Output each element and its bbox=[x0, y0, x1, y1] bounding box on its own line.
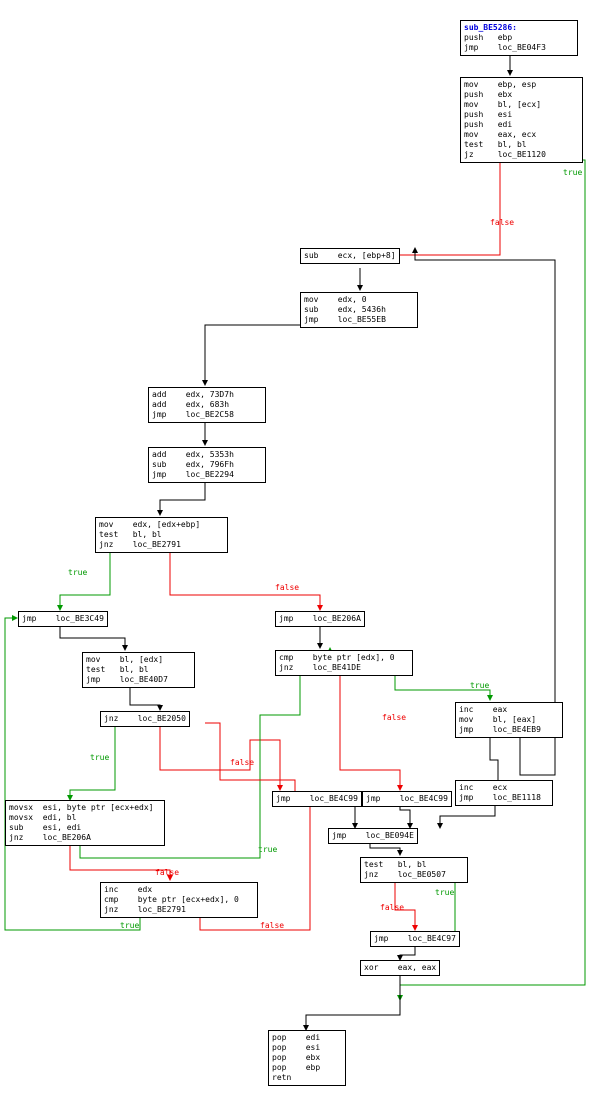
asm: jmp loc_BE094E bbox=[332, 831, 414, 840]
node-9: jnz loc_BE2050 bbox=[100, 711, 190, 727]
asm: jnz loc_BE2791 bbox=[104, 905, 186, 914]
asm: xor eax, eax bbox=[364, 963, 436, 972]
asm: pop edi bbox=[272, 1033, 320, 1042]
asm: jmp loc_BE4C99 bbox=[276, 794, 358, 803]
asm: jz loc_BE1120 bbox=[464, 150, 546, 159]
node-13: cmp byte ptr [edx], 0 jnz loc_BE41DE bbox=[275, 650, 413, 676]
asm: mov edx, [edx+ebp] bbox=[99, 520, 200, 529]
asm: jmp loc_BE4C99 bbox=[366, 794, 448, 803]
asm: jmp loc_BE2C58 bbox=[152, 410, 234, 419]
asm: jmp loc_BE2294 bbox=[152, 470, 234, 479]
asm: push ebp bbox=[464, 33, 512, 42]
node-7: jmp loc_BE3C49 bbox=[18, 611, 108, 627]
asm: push edi bbox=[464, 120, 512, 129]
node-11: inc edx cmp byte ptr [ecx+edx], 0 jnz lo… bbox=[100, 882, 258, 918]
asm: jmp loc_BE3C49 bbox=[22, 614, 104, 623]
node-4: add edx, 73D7h add edx, 683h jmp loc_BE2… bbox=[148, 387, 266, 423]
asm: jmp loc_BE4C97 bbox=[374, 934, 456, 943]
svg-text:true: true bbox=[258, 845, 277, 854]
asm: sub ecx, [ebp+8] bbox=[304, 251, 396, 260]
asm: cmp byte ptr [ecx+edx], 0 bbox=[104, 895, 239, 904]
asm: jnz loc_BE0507 bbox=[364, 870, 446, 879]
asm: test bl, bl bbox=[364, 860, 427, 869]
node-1: mov ebp, esp push ebx mov bl, [ecx] push… bbox=[460, 77, 583, 163]
svg-text:false: false bbox=[382, 713, 406, 722]
asm: movsx edi, bl bbox=[9, 813, 76, 822]
node-5: add edx, 5353h sub edx, 796Fh jmp loc_BE… bbox=[148, 447, 266, 483]
svg-text:true: true bbox=[470, 681, 489, 690]
node-18: jmp loc_BE4C97 bbox=[370, 931, 460, 947]
asm: pop ebx bbox=[272, 1053, 320, 1062]
asm: inc edx bbox=[104, 885, 152, 894]
node-21: inc eax mov bl, [eax] jmp loc_BE4EB9 bbox=[455, 702, 563, 738]
asm: mov eax, ecx bbox=[464, 130, 536, 139]
svg-text:true: true bbox=[90, 753, 109, 762]
asm: cmp byte ptr [edx], 0 bbox=[279, 653, 395, 662]
asm: inc eax bbox=[459, 705, 507, 714]
asm: jnz loc_BE206A bbox=[9, 833, 91, 842]
asm: test bl, bl bbox=[464, 140, 527, 149]
asm: jnz loc_BE2791 bbox=[99, 540, 181, 549]
asm: mov bl, [ecx] bbox=[464, 100, 541, 109]
node-2: sub ecx, [ebp+8] bbox=[300, 248, 400, 264]
asm: push esi bbox=[464, 110, 512, 119]
asm: mov bl, [edx] bbox=[86, 655, 163, 664]
asm: jmp loc_BE04F3 bbox=[464, 43, 546, 52]
node-8: mov bl, [edx] test bl, bl jmp loc_BE40D7 bbox=[82, 652, 195, 688]
asm: jmp loc_BE40D7 bbox=[86, 675, 168, 684]
svg-text:true: true bbox=[120, 921, 139, 930]
asm: pop ebp bbox=[272, 1063, 320, 1072]
asm: test bl, bl bbox=[99, 530, 162, 539]
node-16: jmp loc_BE094E bbox=[328, 828, 418, 844]
node-15: jmp loc_BE4C99 bbox=[272, 791, 362, 807]
asm: sub edx, 796Fh bbox=[152, 460, 234, 469]
svg-text:false: false bbox=[490, 218, 514, 227]
asm: mov bl, [eax] bbox=[459, 715, 536, 724]
node-22: inc ecx jmp loc_BE1118 bbox=[455, 780, 553, 806]
asm: jnz loc_BE41DE bbox=[279, 663, 361, 672]
node-20: pop edi pop esi pop ebx pop ebp retn bbox=[268, 1030, 346, 1086]
node-12: jmp loc_BE206A bbox=[275, 611, 365, 627]
node-3: mov edx, 0 sub edx, 5436h jmp loc_BE55EB bbox=[300, 292, 418, 328]
asm: jmp loc_BE1118 bbox=[459, 793, 541, 802]
svg-text:false: false bbox=[155, 868, 179, 877]
node-10: movsx esi, byte ptr [ecx+edx] movsx edi,… bbox=[5, 800, 165, 846]
node-6: mov edx, [edx+ebp] test bl, bl jnz loc_B… bbox=[95, 517, 228, 553]
asm: jmp loc_BE4EB9 bbox=[459, 725, 541, 734]
asm: jmp loc_BE206A bbox=[279, 614, 361, 623]
asm: sub esi, edi bbox=[9, 823, 81, 832]
asm: mov edx, 0 bbox=[304, 295, 367, 304]
asm: add edx, 683h bbox=[152, 400, 229, 409]
node-19: xor eax, eax bbox=[360, 960, 440, 976]
node-17: test bl, bl jnz loc_BE0507 bbox=[360, 857, 468, 883]
node-sub: sub_BE5286: push ebp jmp loc_BE04F3 bbox=[460, 20, 578, 56]
asm: mov ebp, esp bbox=[464, 80, 536, 89]
svg-text:false: false bbox=[380, 903, 404, 912]
svg-text:true: true bbox=[68, 568, 87, 577]
asm: test bl, bl bbox=[86, 665, 149, 674]
asm: push ebx bbox=[464, 90, 512, 99]
asm: pop esi bbox=[272, 1043, 320, 1052]
svg-text:false: false bbox=[260, 921, 284, 930]
asm: add edx, 5353h bbox=[152, 450, 234, 459]
svg-text:true: true bbox=[435, 888, 454, 897]
asm: jnz loc_BE2050 bbox=[104, 714, 186, 723]
node-14: jmp loc_BE4C99 bbox=[362, 791, 452, 807]
asm: sub edx, 5436h bbox=[304, 305, 386, 314]
asm: inc ecx bbox=[459, 783, 507, 792]
svg-text:false: false bbox=[230, 758, 254, 767]
asm: retn bbox=[272, 1073, 291, 1082]
sub-label: sub_BE5286: bbox=[464, 23, 517, 32]
asm: jmp loc_BE55EB bbox=[304, 315, 386, 324]
svg-text:false: false bbox=[275, 583, 299, 592]
asm: add edx, 73D7h bbox=[152, 390, 234, 399]
svg-text:true: true bbox=[563, 168, 582, 177]
asm: movsx esi, byte ptr [ecx+edx] bbox=[9, 803, 154, 812]
